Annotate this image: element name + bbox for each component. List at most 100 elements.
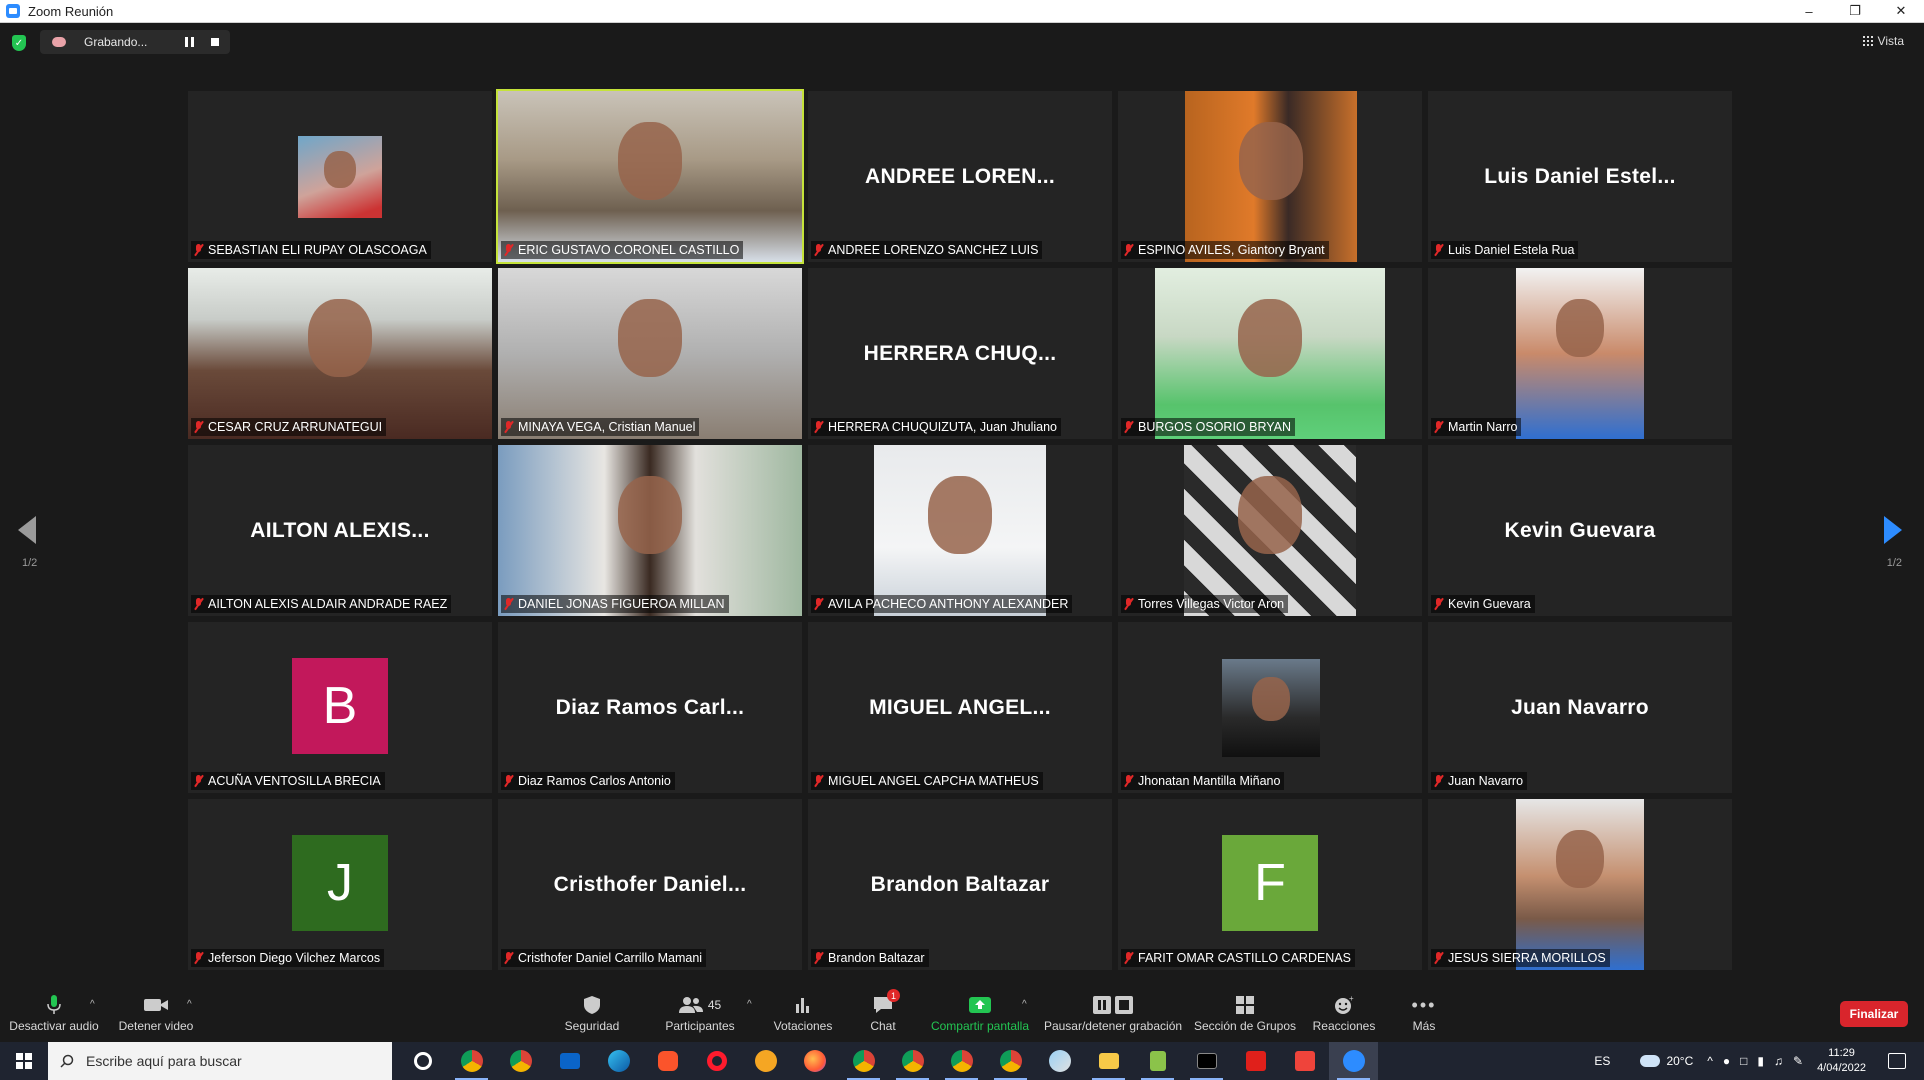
window-controls: – ❐ ✕ [1786,0,1924,23]
clock[interactable]: 11:29 4/04/2022 [1817,1046,1866,1076]
participant-tile[interactable]: MINAYA VEGA, Cristian Manuel [498,268,802,439]
participants-options-chevron-icon[interactable]: ^ [747,999,752,1010]
participants-button[interactable]: 45 Participantes [658,985,742,1042]
stop-video-button[interactable]: Detener video [116,985,196,1042]
mute-audio-label: Desactivar audio [9,1019,99,1033]
participant-name: Torres Villegas Victor Aron [1138,597,1285,611]
microphone-icon[interactable]: ● [1723,1054,1730,1068]
page-indicator-left: 1/2 [22,557,38,569]
mute-audio-button[interactable]: Desactivar audio [8,985,100,1042]
participant-tile[interactable]: Torres Villegas Victor Aron [1118,445,1422,616]
participant-tile[interactable]: SEBASTIAN ELI RUPAY OLASCOAGA [188,91,492,262]
search-placeholder: Escribe aquí para buscar [86,1053,242,1069]
bar-chart-icon [794,994,812,1016]
close-button[interactable]: ✕ [1878,0,1924,23]
firefox-icon[interactable] [790,1042,839,1080]
pen-icon[interactable]: ✎ [1793,1054,1803,1068]
end-meeting-button[interactable]: Finalizar [1840,1001,1908,1027]
edge-icon[interactable] [594,1042,643,1080]
language-indicator[interactable]: ES [1594,1054,1610,1068]
zoom-icon[interactable] [1329,1042,1378,1080]
participant-tile[interactable]: AVILA PACHECO ANTHONY ALEXANDER [808,445,1112,616]
participant-name: JESUS SIERRA MORILLOS [1448,951,1606,965]
next-page-icon[interactable] [1884,516,1902,544]
participant-name-label: AVILA PACHECO ANTHONY ALEXANDER [811,595,1073,613]
participant-tile[interactable]: B ACUÑA VENTOSILLA BRECIA [188,622,492,793]
participant-tile[interactable]: ESPINO AVILES, Giantory Bryant [1118,91,1422,262]
share-screen-button[interactable]: Compartir pantalla [930,985,1030,1042]
participant-tile[interactable]: BURGOS OSORIO BRYAN [1118,268,1422,439]
chrome-icon[interactable] [986,1042,1035,1080]
notepad-icon[interactable] [1133,1042,1182,1080]
participant-tile[interactable]: CESAR CRUZ ARRUNATEGUI [188,268,492,439]
battery-icon[interactable]: ▮ [1757,1054,1764,1068]
participant-tile[interactable]: Juan Navarro Juan Navarro [1428,622,1732,793]
participant-tile[interactable]: Martin Narro [1428,268,1732,439]
muted-microphone-icon [194,598,203,610]
start-button[interactable] [0,1042,48,1080]
participant-tile[interactable]: AILTON ALEXIS... AILTON ALEXIS ALDAIR AND… [188,445,492,616]
network-icon[interactable]: □ [1740,1054,1747,1068]
pdf-reader-icon[interactable] [1231,1042,1280,1080]
participant-tile[interactable]: J Jeferson Diego Vilchez Marcos [188,799,492,970]
participant-tile[interactable]: ERIC GUSTAVO CORONEL CASTILLO [496,89,804,264]
chrome-icon[interactable] [839,1042,888,1080]
participant-tile[interactable]: ANDREE LOREN... ANDREE LORENZO SANCHEZ LU… [808,91,1112,262]
vpn-icon[interactable] [741,1042,790,1080]
minimize-button[interactable]: – [1786,0,1832,23]
volume-icon[interactable]: ♫ [1774,1054,1783,1068]
weather-widget[interactable]: 20°C [1640,1054,1693,1068]
paint-icon[interactable] [1035,1042,1084,1080]
chat-unread-badge: 1 [887,989,900,1002]
participant-tile[interactable]: Kevin Guevara Kevin Guevara [1428,445,1732,616]
polls-button[interactable]: Votaciones [770,985,836,1042]
stop-recording-icon[interactable] [211,38,219,46]
chrome-icon[interactable] [888,1042,937,1080]
cortana-icon[interactable] [398,1042,447,1080]
security-shield-icon[interactable]: ✓ [12,35,26,51]
participant-tile[interactable]: MIGUEL ANGEL... MIGUEL ANGEL CAPCHA MATHE… [808,622,1112,793]
participant-tile[interactable]: HERRERA CHUQ... HERRERA CHUQUIZUTA, Juan … [808,268,1112,439]
muted-microphone-icon [194,244,203,256]
more-button[interactable]: ••• Más [1404,985,1444,1042]
participant-tile[interactable]: F FARIT OMAR CASTILLO CARDENAS [1118,799,1422,970]
previous-page-icon[interactable] [18,516,36,544]
view-button[interactable]: Vista [1862,34,1904,48]
participant-tile[interactable]: DANIEL JONAS FIGUEROA MILLAN [498,445,802,616]
opera-icon[interactable] [692,1042,741,1080]
participant-name-label: MIGUEL ANGEL CAPCHA MATHEUS [811,772,1043,790]
taskbar-search-box[interactable]: Escribe aquí para buscar [48,1042,392,1080]
participant-tile[interactable]: Brandon Baltazar Brandon Baltazar [808,799,1112,970]
notifications-icon[interactable] [1888,1053,1906,1069]
chrome-icon[interactable] [496,1042,545,1080]
participant-tile[interactable]: Jhonatan Mantilla Miñano [1118,622,1422,793]
breakout-rooms-icon [1235,994,1255,1016]
brave-icon[interactable] [643,1042,692,1080]
video-options-chevron-icon[interactable]: ^ [187,999,192,1010]
mail-icon[interactable] [545,1042,594,1080]
share-options-chevron-icon[interactable]: ^ [1022,999,1027,1010]
participant-name-label: Luis Daniel Estela Rua [1431,241,1579,259]
chrome-icon[interactable] [447,1042,496,1080]
participant-tile[interactable]: Cristhofer Daniel... Cristhofer Daniel Ca… [498,799,802,970]
chrome-icon[interactable] [937,1042,986,1080]
pause-recording-icon[interactable] [185,37,194,47]
muted-microphone-icon [1434,598,1443,610]
chat-button[interactable]: 1 Chat [862,985,904,1042]
share-screen-label: Compartir pantalla [930,1019,1030,1033]
file-explorer-icon[interactable] [1084,1042,1133,1080]
security-button[interactable]: Seguridad [556,985,628,1042]
participant-tile[interactable]: Diaz Ramos Carl... Diaz Ramos Carlos Anto… [498,622,802,793]
participant-tile[interactable]: Luis Daniel Estel... Luis Daniel Estela R… [1428,91,1732,262]
terminal-icon[interactable] [1182,1042,1231,1080]
breakout-rooms-button[interactable]: Sección de Grupos [1193,985,1297,1042]
reactions-button[interactable]: + Reacciones [1312,985,1376,1042]
audio-options-chevron-icon[interactable]: ^ [90,999,95,1010]
pause-stop-recording-button[interactable]: Pausar/detener grabación [1044,985,1182,1042]
participant-video-feed [1185,91,1357,262]
anydesk-icon[interactable] [1280,1042,1329,1080]
restore-button[interactable]: ❐ [1832,0,1878,23]
participant-name-label: Brandon Baltazar [811,949,929,967]
participant-tile[interactable]: JESUS SIERRA MORILLOS [1428,799,1732,970]
chevron-up-icon[interactable]: ^ [1707,1054,1713,1068]
